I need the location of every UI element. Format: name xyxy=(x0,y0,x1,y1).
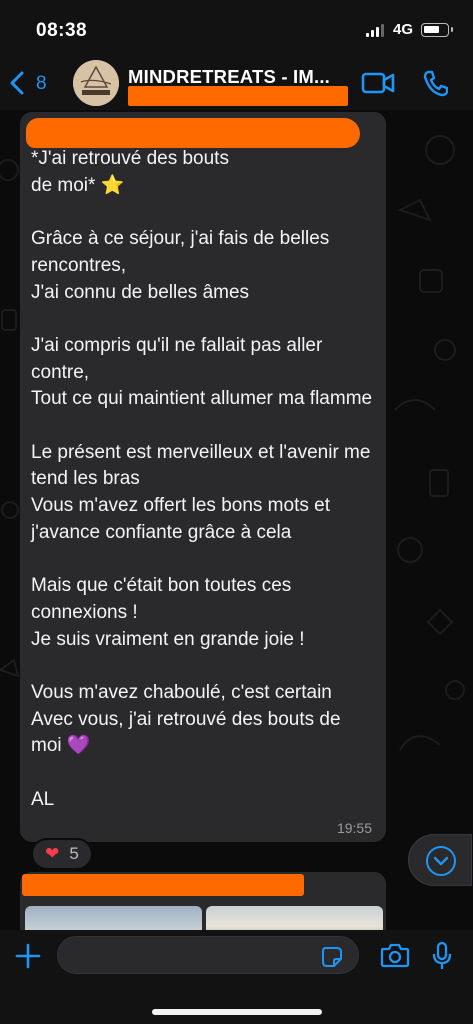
heart-icon: ❤ xyxy=(45,844,60,863)
signal-strength-icon xyxy=(366,24,384,37)
message-bubble[interactable] xyxy=(20,872,386,930)
chevron-down-icon xyxy=(426,846,456,876)
message-input-bar xyxy=(0,930,473,1024)
video-call-icon[interactable] xyxy=(361,71,395,95)
camera-icon[interactable] xyxy=(380,942,410,968)
scroll-to-bottom-button[interactable] xyxy=(408,834,472,886)
battery-icon xyxy=(421,23,453,37)
reaction-count: 5 xyxy=(69,844,79,863)
phone-icon[interactable] xyxy=(422,69,448,97)
message-timestamp: 19:55 xyxy=(336,820,372,836)
redaction-bar xyxy=(26,118,360,148)
status-bar: 08:38 4G xyxy=(0,0,473,58)
unread-count[interactable]: 8 xyxy=(36,73,47,95)
chat-title[interactable]: MINDRETREATS - IM... xyxy=(128,66,338,88)
redaction-bar xyxy=(128,86,348,106)
group-avatar[interactable] xyxy=(73,60,119,106)
message-bubble[interactable]: *J'ai retrouvé des bouts de moi* ⭐ Grâce… xyxy=(20,112,386,842)
network-type: 4G xyxy=(393,21,414,38)
sticker-icon[interactable] xyxy=(321,946,343,968)
plus-icon[interactable] xyxy=(14,942,42,970)
photo-thumbnail[interactable] xyxy=(25,906,202,930)
message-input[interactable] xyxy=(57,936,359,974)
redaction-bar xyxy=(22,874,304,896)
chat-area[interactable]: *J'ai retrouvé des bouts de moi* ⭐ Grâce… xyxy=(0,110,473,930)
photo-thumbnail[interactable] xyxy=(206,906,383,930)
chat-header: 8 MINDRETREATS - IM... xyxy=(0,58,473,110)
message-text: *J'ai retrouvé des bouts de moi* ⭐ Grâce… xyxy=(31,148,373,810)
home-indicator xyxy=(152,1009,322,1015)
reaction-badge[interactable]: ❤ 5 xyxy=(31,838,93,870)
status-time: 08:38 xyxy=(36,20,88,41)
back-chevron-icon[interactable] xyxy=(8,70,28,96)
microphone-icon[interactable] xyxy=(432,941,452,971)
logo-icon xyxy=(73,60,119,106)
